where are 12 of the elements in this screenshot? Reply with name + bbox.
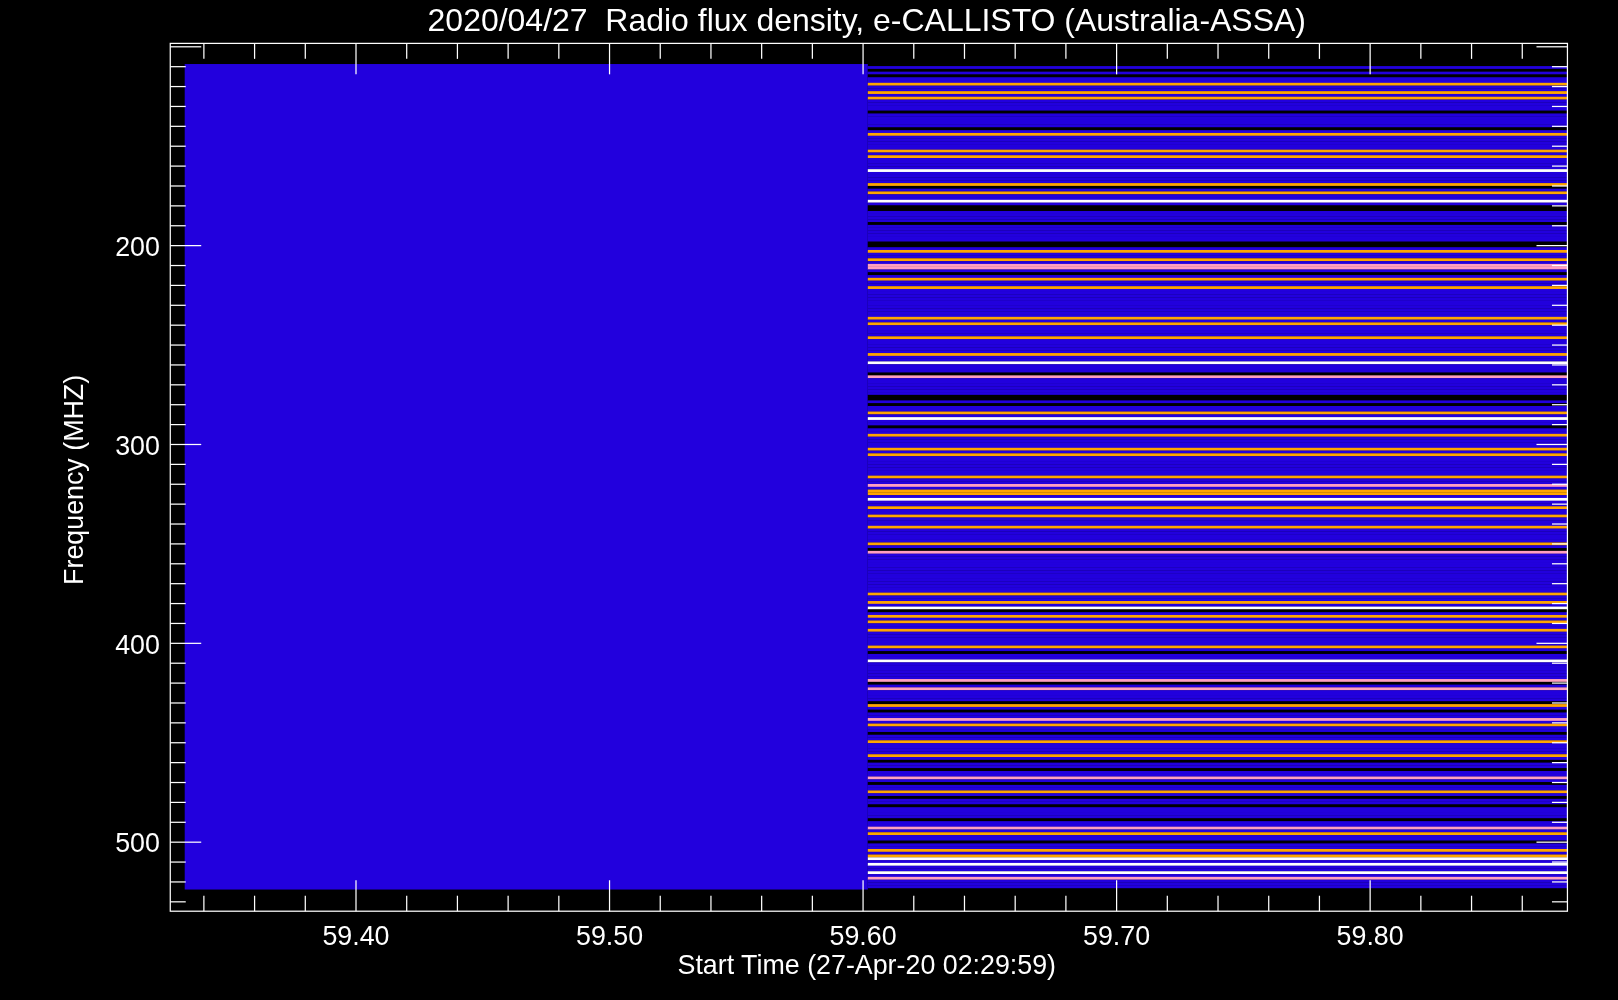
x-tick-label: 59.80 xyxy=(1336,921,1404,952)
y-tick-label: 400 xyxy=(115,629,160,660)
y-tick-label: 300 xyxy=(115,430,160,461)
x-tick-label: 59.60 xyxy=(829,921,897,952)
plot-title: 2020/04/27 Radio flux density, e-CALLISTO (Australia-ASSA) xyxy=(427,2,1306,38)
x-tick-label: 59.50 xyxy=(576,921,644,952)
y-axis-label: Frequency (MHZ) xyxy=(58,374,89,585)
x-tick-label: 59.70 xyxy=(1083,921,1151,952)
y-tick-label: 200 xyxy=(115,231,160,262)
y-tick-label: 500 xyxy=(115,828,160,859)
x-axis-label: Start Time (27-Apr-20 02:29:59) xyxy=(677,950,1057,981)
x-tick-label: 59.40 xyxy=(322,921,390,952)
